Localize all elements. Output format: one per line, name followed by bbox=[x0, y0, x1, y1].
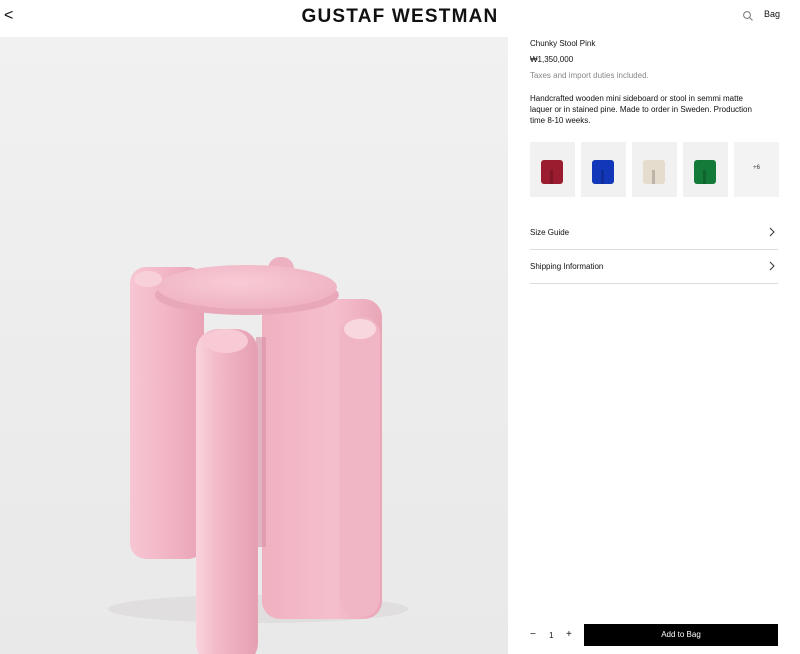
swatch-red-thumb bbox=[541, 160, 563, 184]
product-title: Chunky Stool Pink bbox=[530, 39, 596, 48]
size-guide-row[interactable]: Size Guide bbox=[530, 216, 778, 250]
quantity-decrease-button[interactable]: − bbox=[530, 629, 536, 641]
color-swatches: +6 bbox=[530, 142, 779, 197]
bag-link[interactable]: Bag bbox=[764, 9, 780, 19]
chevron-right-icon bbox=[769, 261, 775, 271]
size-guide-label: Size Guide bbox=[530, 228, 570, 237]
shipping-info-label: Shipping Information bbox=[530, 262, 604, 271]
swatch-green-thumb bbox=[694, 160, 716, 184]
tax-note: Taxes and import duties included. bbox=[530, 71, 649, 80]
chevron-right-icon bbox=[769, 227, 775, 237]
stool-illustration bbox=[108, 257, 408, 654]
shipping-info-row[interactable]: Shipping Information bbox=[530, 250, 778, 284]
swatch-blue-thumb bbox=[592, 160, 614, 184]
swatch-red[interactable] bbox=[530, 142, 575, 197]
more-swatches-label: +6 bbox=[753, 165, 760, 171]
swatch-green[interactable] bbox=[683, 142, 728, 197]
swatch-blue[interactable] bbox=[581, 142, 626, 197]
product-image bbox=[0, 37, 508, 654]
search-icon[interactable] bbox=[742, 10, 754, 22]
quantity-value: 1 bbox=[549, 631, 554, 640]
more-swatches-button[interactable]: +6 bbox=[734, 142, 779, 197]
add-to-bag-button[interactable]: Add to Bag bbox=[584, 624, 778, 646]
swatch-cream-thumb bbox=[643, 160, 665, 184]
brand-logo[interactable]: GUSTAF WESTMAN bbox=[0, 6, 800, 28]
quantity-increase-button[interactable]: + bbox=[566, 629, 572, 641]
swatch-cream[interactable] bbox=[632, 142, 677, 197]
product-price: ₩1,350,000 bbox=[530, 55, 574, 64]
product-description: Handcrafted wooden mini sideboard or sto… bbox=[530, 94, 752, 125]
site-header: < GUSTAF WESTMAN Bag bbox=[0, 0, 800, 36]
